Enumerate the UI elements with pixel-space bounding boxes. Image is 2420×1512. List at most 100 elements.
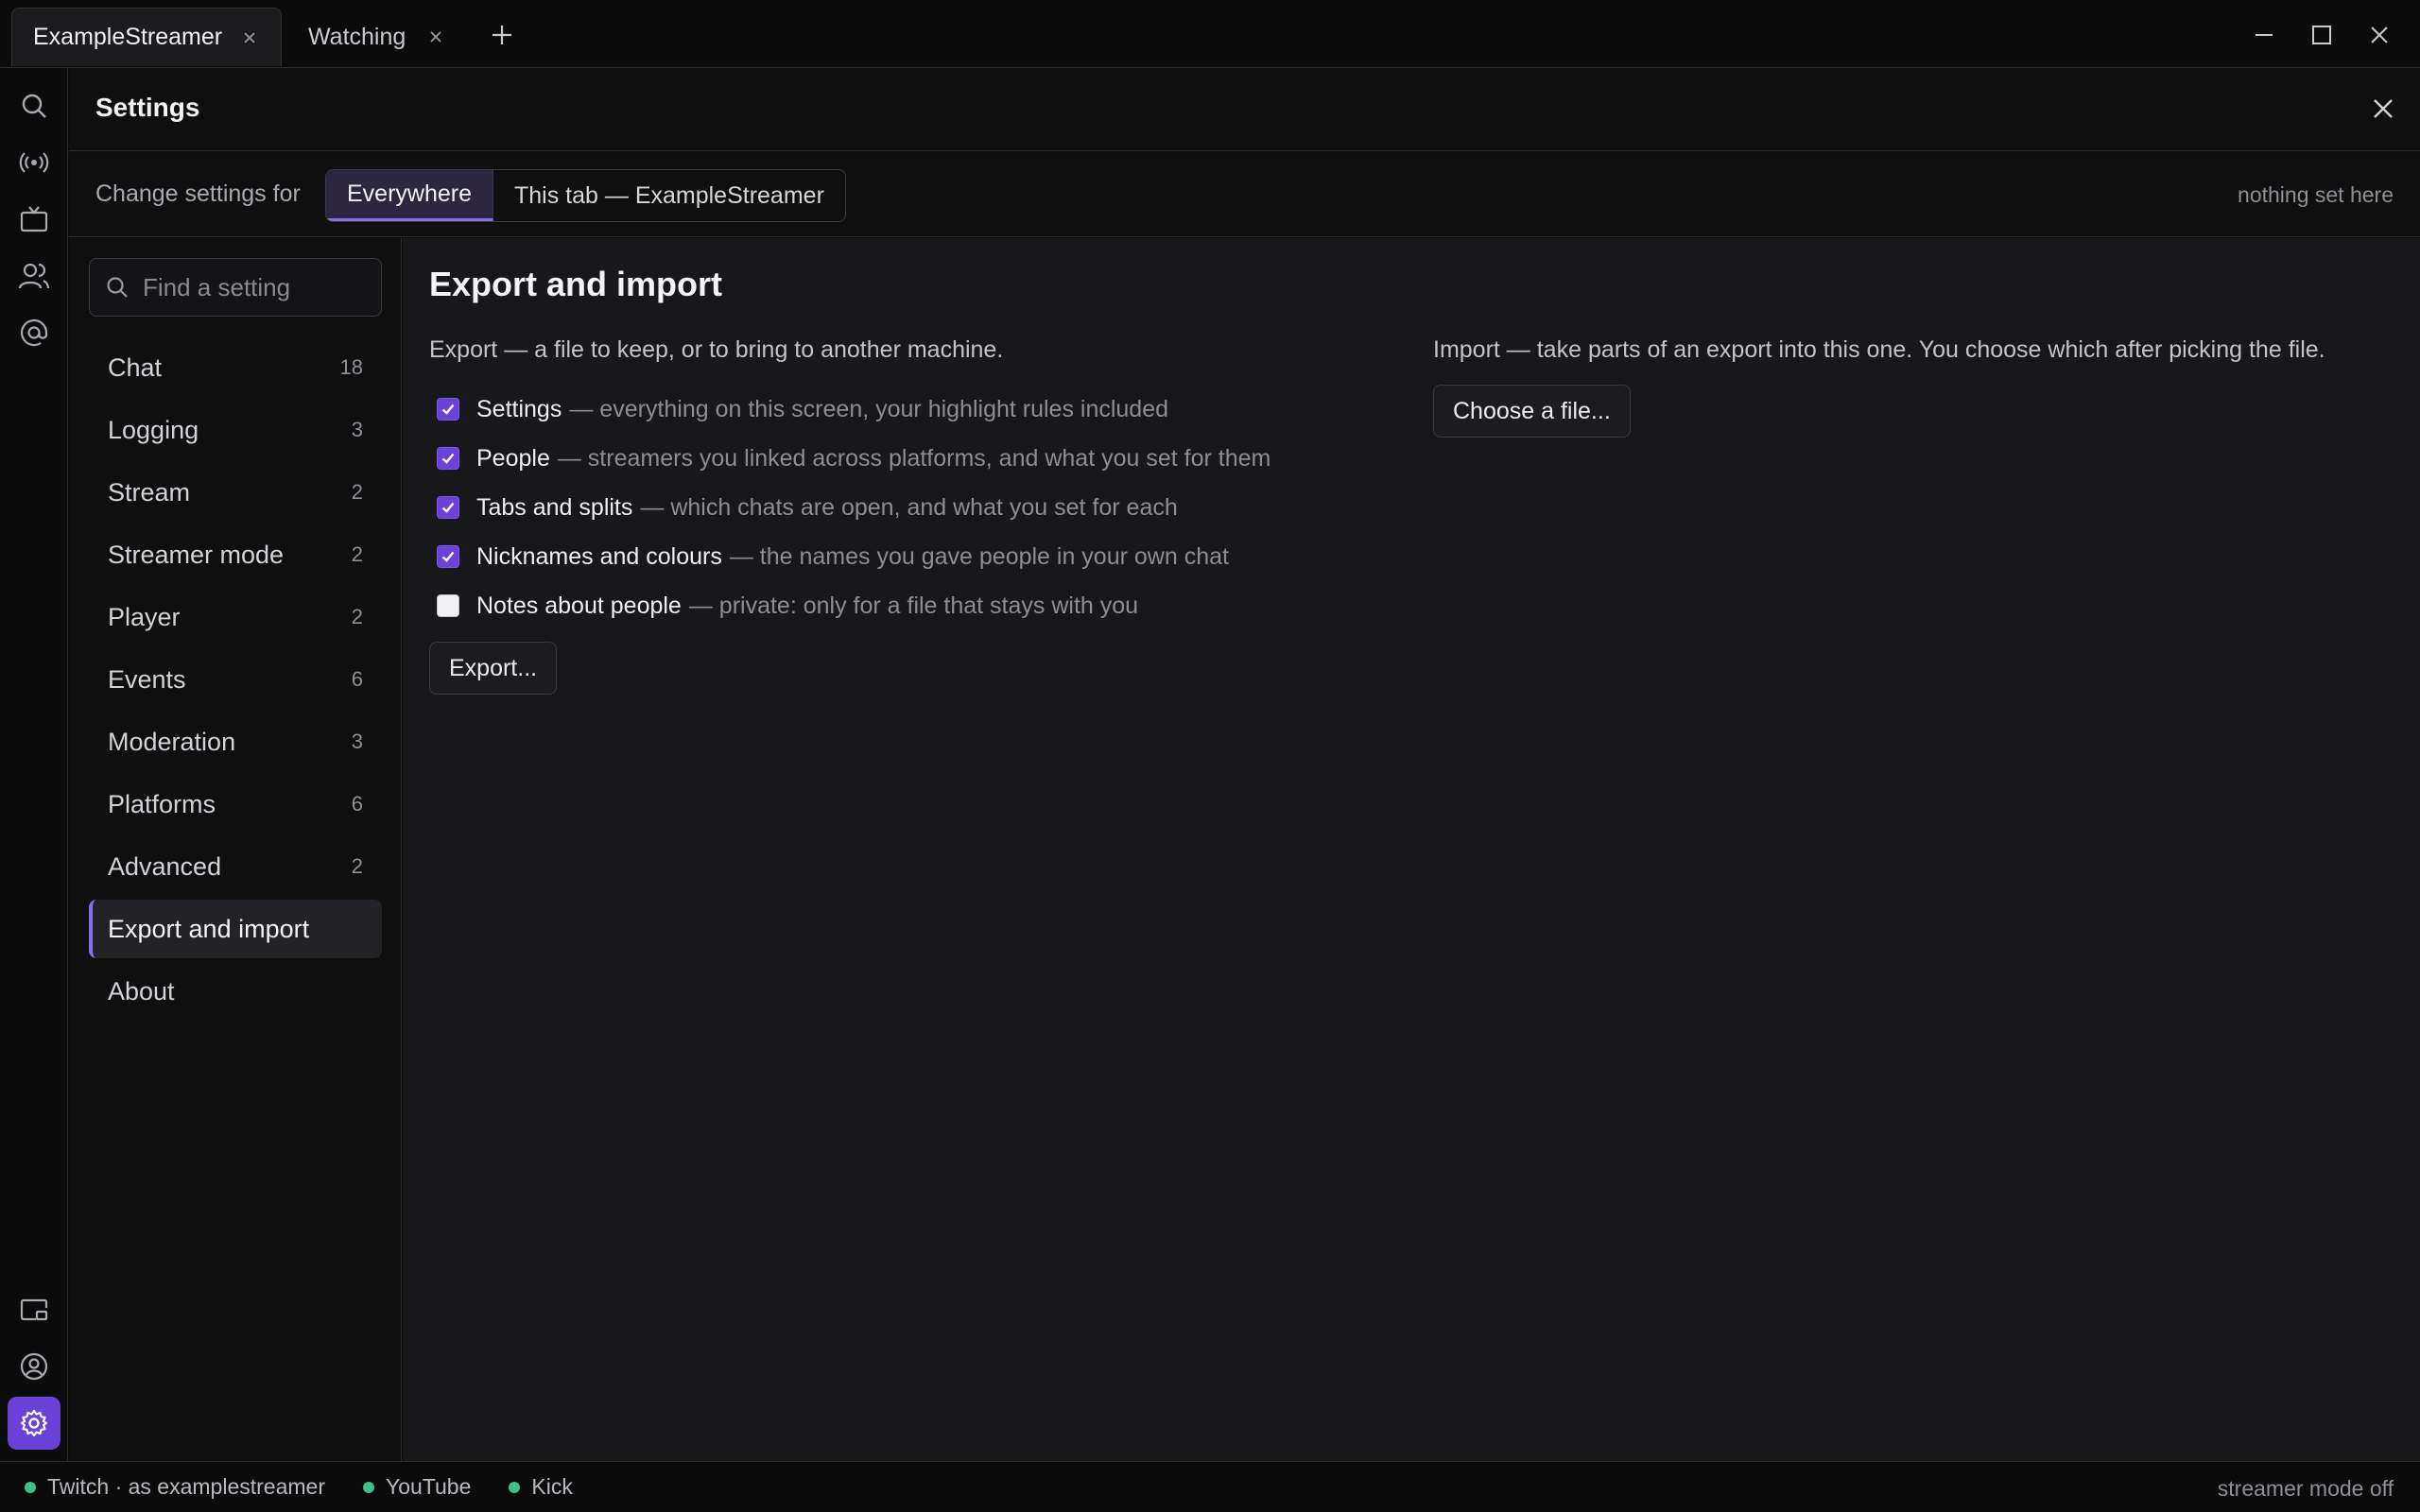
new-tab-plus-icon[interactable] (488, 21, 516, 49)
checkbox-checked[interactable] (437, 447, 459, 470)
nav-item-platforms[interactable]: Platforms 6 (89, 775, 382, 833)
nav-count: 3 (351, 418, 363, 441)
tab-label: Watching (308, 23, 406, 50)
close-settings-icon[interactable] (2367, 93, 2399, 125)
close-tab-icon[interactable] (425, 26, 446, 47)
option-description: — private: only for a file that stays wi… (688, 592, 1139, 619)
nav-count: 18 (339, 355, 363, 379)
nav-label: About (108, 976, 175, 1005)
online-dot (362, 1481, 374, 1493)
option-title: People (476, 444, 550, 472)
option-description: — the names you gave people in your own … (729, 542, 1229, 570)
scope-label: Change settings for (95, 180, 301, 207)
settings-title: Settings (95, 93, 200, 122)
checkbox-checked[interactable] (437, 545, 459, 568)
option-title: Settings (476, 395, 562, 422)
nav-item-chat[interactable]: Chat 18 (89, 338, 382, 397)
nav-label: Logging (108, 415, 199, 444)
choose-file-button[interactable]: Choose a file... (1433, 385, 1631, 438)
import-section: Import — take parts of an export into th… (1433, 336, 2397, 438)
option-description: — which chats are open, and what you set… (640, 493, 1178, 521)
scope-this-tab[interactable]: This tab — ExampleStreamer (493, 170, 845, 221)
account-icon[interactable] (15, 1348, 53, 1385)
platform-label: YouTube (385, 1474, 472, 1499)
import-intro: Import — take parts of an export into th… (1433, 336, 2325, 363)
nav-item-export-and-import[interactable]: Export and import (89, 900, 382, 958)
export-button[interactable]: Export... (429, 642, 558, 695)
settings-nav: Chat 18 Logging 3 Stream 2 Streamer mode 2 P… (89, 338, 382, 1024)
nav-label: Stream (108, 477, 191, 507)
nav-item-streamer-mode[interactable]: Streamer mode 2 (89, 525, 382, 584)
export-option-settings[interactable]: Settings — everything on this screen, yo… (429, 385, 1374, 434)
streamer-mode-status[interactable]: streamer mode off (2218, 1476, 2394, 1502)
nav-item-logging[interactable]: Logging 3 (89, 401, 382, 459)
broadcast-icon[interactable] (15, 144, 53, 181)
nav-item-events[interactable]: Events 6 (89, 650, 382, 709)
option-title: Notes about people (476, 592, 682, 619)
tab-examplestreamer[interactable]: ExampleStreamer (11, 8, 282, 66)
export-option-tabs-and-splits[interactable]: Tabs and splits — which chats are open, … (429, 483, 1374, 532)
nav-label: Advanced (108, 851, 222, 881)
platform-status-twitch[interactable]: Twitch · as examplestreamer (25, 1474, 325, 1500)
settings-content: Export and import Export — a file to kee… (403, 238, 2420, 1461)
nav-count: 2 (351, 480, 363, 504)
option-title: Tabs and splits (476, 493, 633, 521)
export-section: Export — a file to keep, or to bring to … (429, 336, 1374, 695)
title-bar: ExampleStreamer Watching (0, 0, 2420, 68)
maximize-icon[interactable] (2308, 21, 2336, 49)
export-option-nicknames[interactable]: Nicknames and colours — the names you ga… (429, 532, 1374, 581)
settings-sidebar: Chat 18 Logging 3 Stream 2 Streamer mode 2 P… (69, 238, 402, 1461)
export-option-people[interactable]: People — streamers you linked across pla… (429, 434, 1374, 483)
scope-segmented-control: Everywhere This tab — ExampleStreamer (325, 169, 846, 222)
platform-status-kick[interactable]: Kick (509, 1474, 573, 1500)
nav-count: 2 (351, 605, 363, 628)
at-icon[interactable] (15, 314, 53, 352)
nav-item-stream[interactable]: Stream 2 (89, 463, 382, 522)
scope-everywhere[interactable]: Everywhere (326, 170, 493, 221)
tab-watching[interactable]: Watching (287, 8, 467, 66)
scope-bar: Change settings for Everywhere This tab … (69, 152, 2420, 237)
status-bar: Twitch · as examplestreamer YouTube Kick… (0, 1461, 2420, 1512)
nav-label: Platforms (108, 789, 216, 818)
nav-label: Export and import (108, 914, 310, 943)
nav-item-moderation[interactable]: Moderation 3 (89, 713, 382, 771)
nav-label: Chat (108, 352, 163, 382)
search-icon (105, 275, 130, 300)
platform-status-youtube[interactable]: YouTube (362, 1474, 472, 1500)
minimize-icon[interactable] (2250, 21, 2278, 49)
gear-icon[interactable] (8, 1397, 60, 1450)
export-option-notes[interactable]: Notes about people — private: only for a… (429, 581, 1374, 630)
page-title: Export and import (429, 265, 723, 303)
nav-label: Streamer mode (108, 540, 285, 569)
checkbox-checked[interactable] (437, 398, 459, 421)
nav-count: 2 (351, 854, 363, 878)
nav-item-advanced[interactable]: Advanced 2 (89, 837, 382, 896)
online-dot (25, 1481, 36, 1493)
tv-icon[interactable] (15, 200, 53, 238)
scope-note: nothing set here (2238, 182, 2394, 207)
nav-count: 6 (351, 792, 363, 816)
nav-count: 6 (351, 667, 363, 691)
left-rail (0, 68, 68, 1461)
search-icon[interactable] (15, 87, 53, 125)
option-description: — everything on this screen, your highli… (569, 395, 1169, 422)
online-dot (509, 1481, 521, 1493)
close-tab-icon[interactable] (239, 27, 260, 48)
picture-in-picture-icon[interactable] (15, 1291, 53, 1329)
option-title: Nicknames and colours (476, 542, 722, 570)
close-window-icon[interactable] (2365, 21, 2394, 49)
settings-header: Settings (69, 68, 2420, 151)
nav-count: 3 (351, 730, 363, 753)
search-box[interactable] (89, 258, 382, 317)
platform-label: Twitch · as examplestreamer (47, 1474, 325, 1499)
nav-label: Player (108, 602, 181, 631)
checkbox-checked[interactable] (437, 496, 459, 519)
nav-count: 2 (351, 542, 363, 566)
users-icon[interactable] (15, 257, 53, 295)
search-input[interactable] (143, 272, 370, 302)
nav-item-about[interactable]: About (89, 962, 382, 1021)
nav-label: Moderation (108, 727, 236, 756)
checkbox-unchecked[interactable] (437, 594, 459, 617)
export-intro: Export — a file to keep, or to bring to … (429, 336, 1004, 363)
nav-item-player[interactable]: Player 2 (89, 588, 382, 646)
